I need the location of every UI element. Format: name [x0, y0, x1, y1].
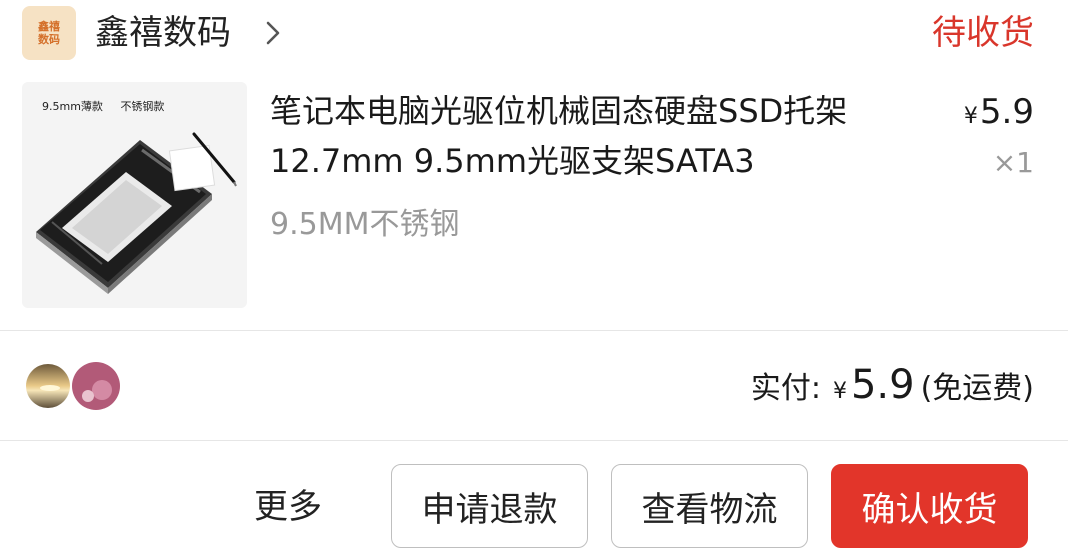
shop-name[interactable]: 鑫禧数码: [95, 12, 231, 54]
divider: [0, 440, 1068, 441]
unit-price-value: 5.9: [979, 92, 1034, 132]
avatar[interactable]: [72, 362, 120, 410]
order-header: 鑫禧 数码 鑫禧数码 待收货: [0, 0, 1068, 70]
more-button[interactable]: 更多: [254, 484, 322, 530]
view-logistics-button[interactable]: 查看物流: [611, 464, 808, 548]
paid-currency: ¥: [832, 379, 847, 404]
paid-summary: 实付: ¥ 5.9 (免运费): [751, 362, 1034, 408]
unit-price: ¥5.9: [964, 90, 1034, 139]
avatar-pink-image: [72, 362, 120, 410]
caddy-illustration: [36, 132, 237, 294]
shop-logo-text-top: 鑫禧: [38, 20, 60, 33]
divider: [0, 330, 1068, 331]
order-status: 待收货: [932, 13, 1034, 53]
shop-logo-text-bottom: 数码: [38, 33, 60, 46]
price-column: ¥5.9 ×1: [964, 90, 1034, 181]
product-title[interactable]: 笔记本电脑光驱位机械固态硬盘SSD托架12.7mm 9.5mm光驱支架SATA3: [270, 86, 930, 186]
confirm-receipt-button[interactable]: 确认收货: [831, 464, 1028, 548]
product-image[interactable]: 9.5mm薄款 不锈钢款: [22, 82, 247, 308]
chevron-right-icon[interactable]: [262, 20, 284, 46]
paid-label: 实付:: [750, 371, 821, 406]
product-sku: 9.5MM不锈钢: [270, 207, 460, 242]
paid-amount: 5.9: [850, 362, 915, 408]
shipping-note: (免运费): [920, 371, 1034, 406]
shop-logo[interactable]: 鑫禧 数码: [22, 6, 76, 60]
avatar-sunset-image: [26, 364, 70, 408]
unit-price-currency: ¥: [963, 104, 978, 129]
avatar[interactable]: [24, 362, 72, 410]
quantity: ×1: [992, 146, 1034, 179]
apply-refund-button[interactable]: 申请退款: [391, 464, 588, 548]
